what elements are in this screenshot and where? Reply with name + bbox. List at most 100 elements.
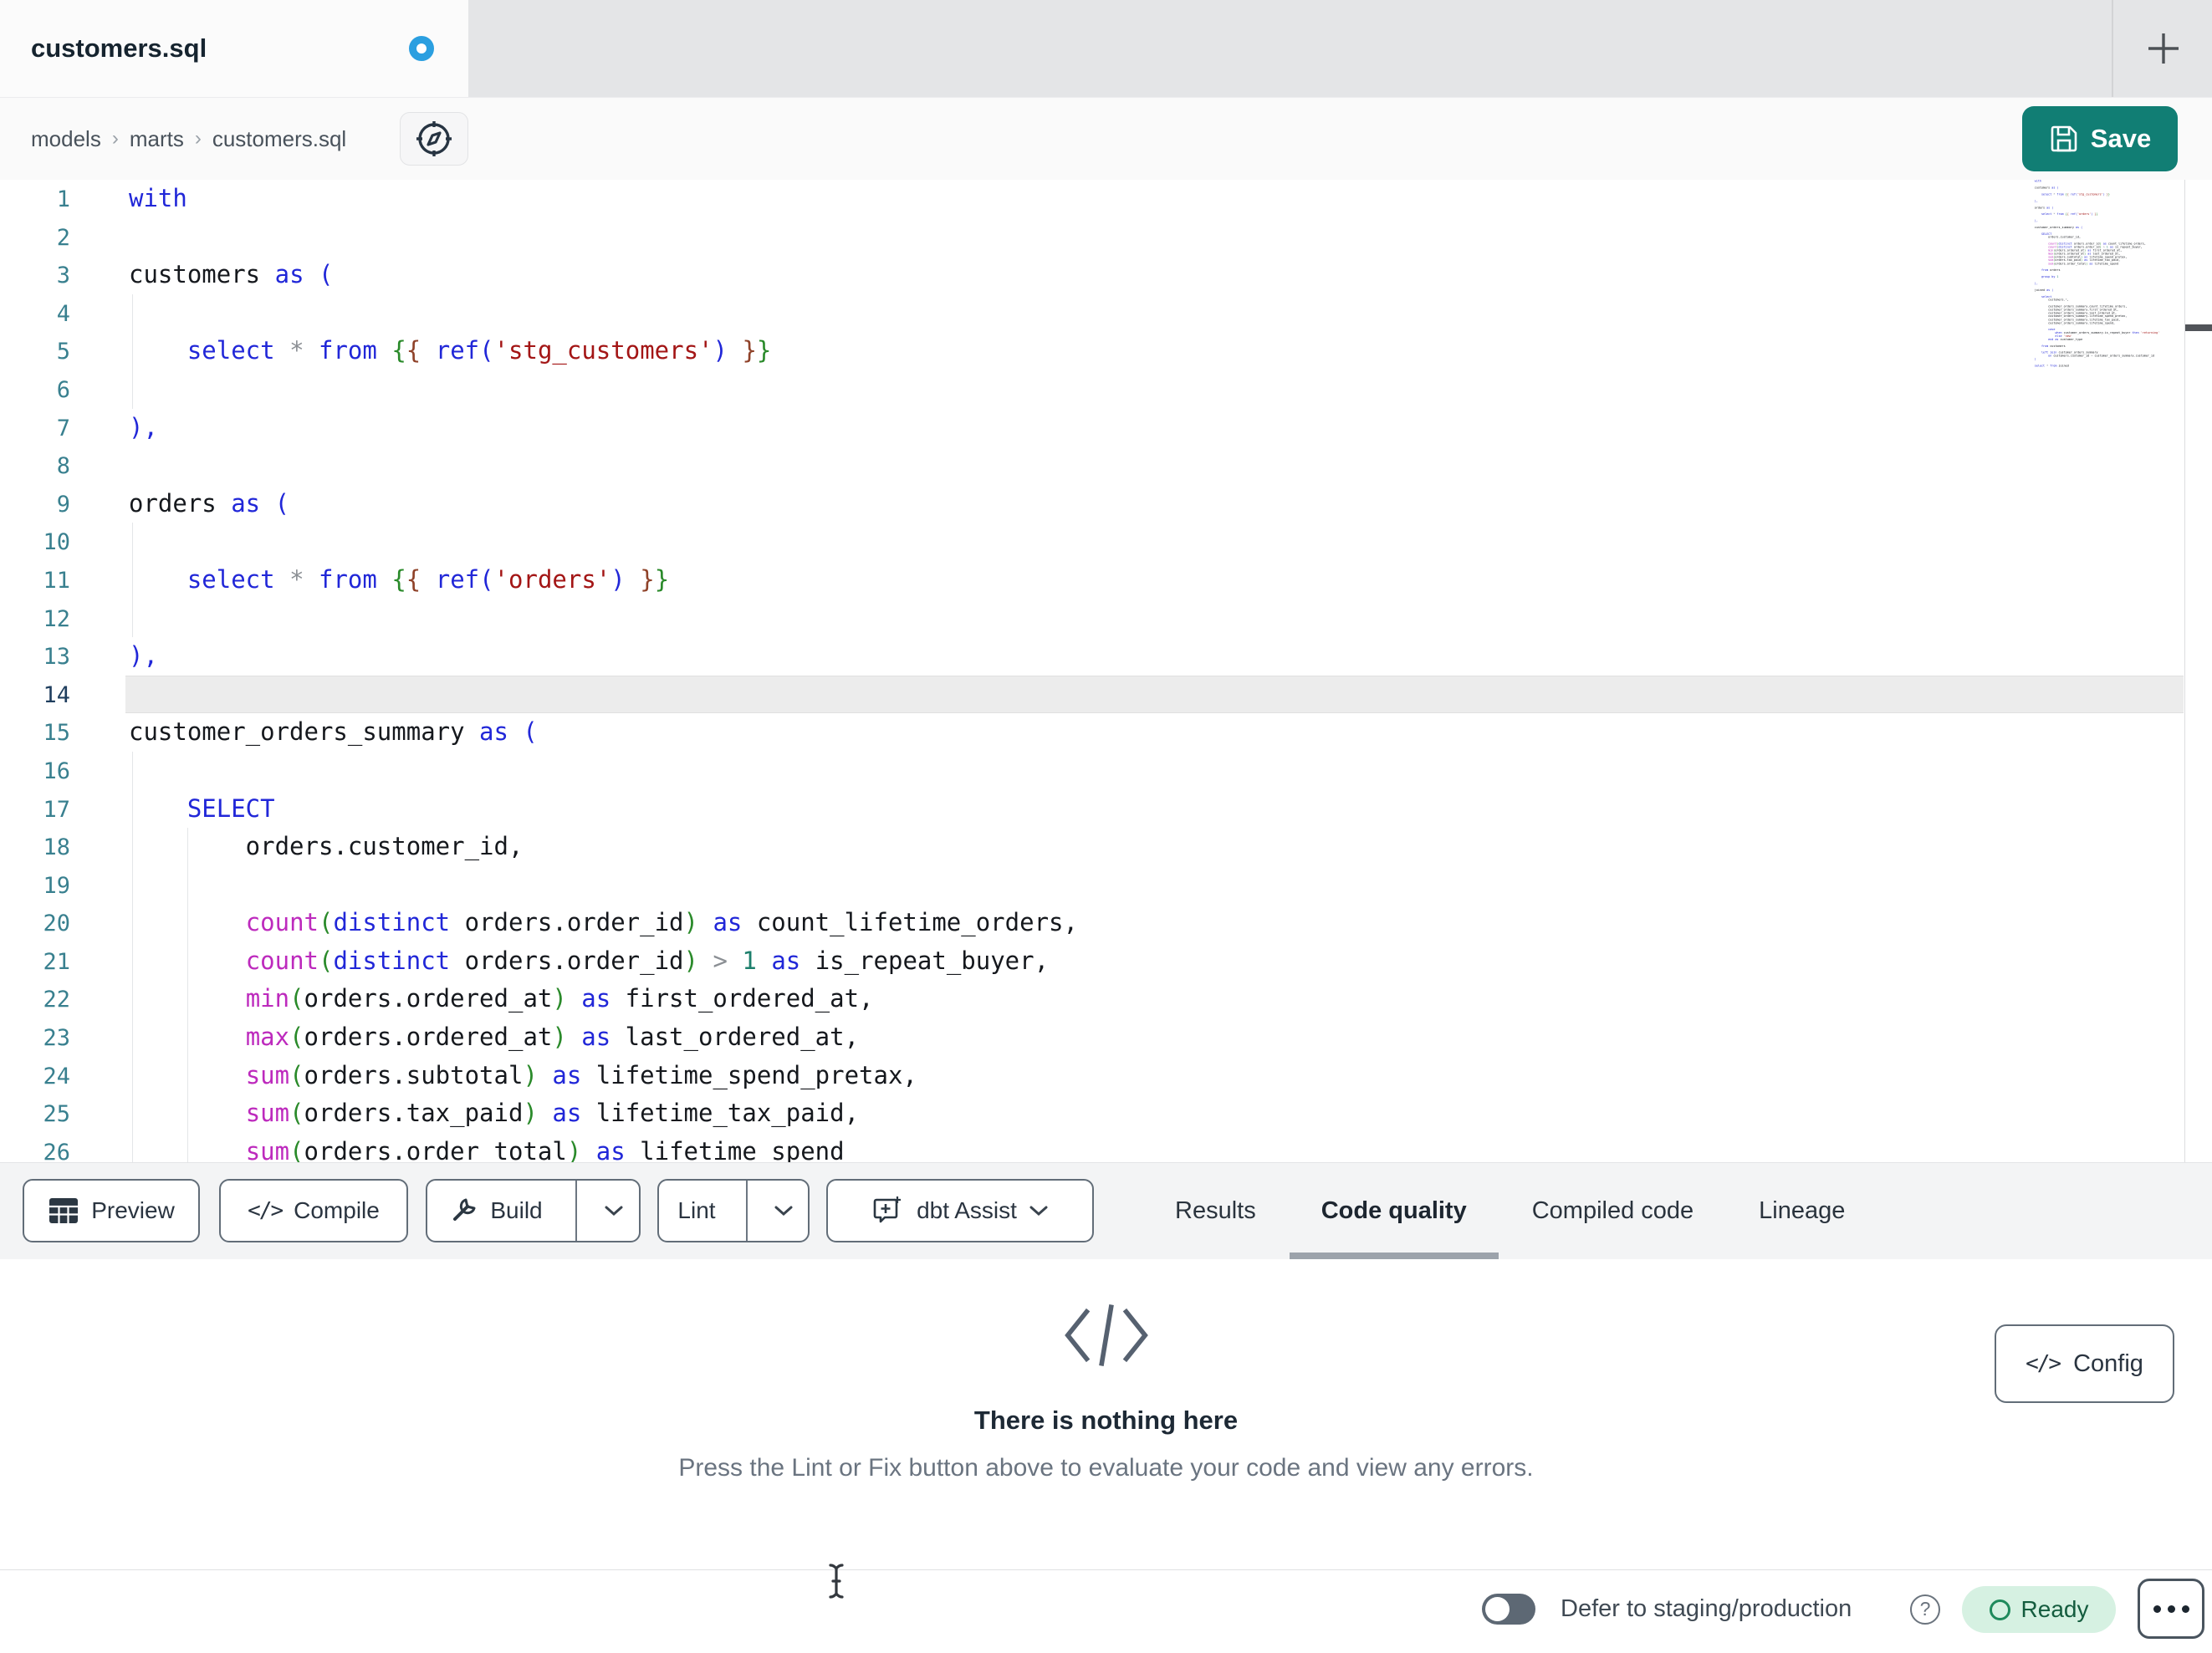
breadcrumb-separator: › [194,127,202,150]
lint-button-main[interactable]: Lint [659,1181,734,1241]
code-line-1[interactable]: 1 with [0,180,2212,218]
explore-lineage-button[interactable] [400,112,468,166]
code-line-9[interactable]: 9 orders as ( [0,485,2212,523]
lint-button[interactable]: Lint [657,1179,810,1242]
defer-toggle[interactable] [1482,1594,1535,1625]
dot [2153,1605,2161,1613]
code-line-5[interactable]: 5 select * from {{ ref('stg_customers') … [0,332,2212,370]
line-number: 5 [56,339,70,365]
tab-results[interactable]: Results [1175,1163,1256,1259]
dot [2167,1605,2175,1613]
config-button-label: Config [2073,1349,2143,1377]
scrollbar-marker[interactable] [2185,324,2212,331]
build-dropdown[interactable] [589,1181,639,1241]
more-options-button[interactable] [2138,1579,2204,1639]
line-number: 24 [43,1063,70,1089]
line-number: 22 [43,987,70,1013]
chevron-down-icon [1029,1206,1048,1217]
minimap-content: with customers as ( select * from {{ ref(… [2015,180,2184,368]
ready-label: Ready [2020,1596,2089,1622]
breadcrumb-item-models[interactable]: models [31,126,101,152]
compile-button[interactable]: </> Compile [219,1179,408,1242]
code-quality-panel: There is nothing here Press the Lint or … [0,1259,2212,1569]
dbt-assist-button[interactable]: dbt Assist [826,1179,1094,1242]
code-line-15[interactable]: 15 customer_orders_summary as ( [0,713,2212,752]
empty-state-title: There is nothing here [973,1406,1239,1435]
code-line-8[interactable]: 8 [0,446,2212,485]
scrollbar-track[interactable] [2184,180,2212,1162]
breadcrumb-separator: › [111,127,119,150]
line-number: 8 [56,453,70,480]
new-tab-button[interactable] [2131,17,2196,82]
status-bar: Defer to staging/production ? Ready [0,1569,2212,1648]
line-number: 14 [43,681,70,708]
tab-lineage[interactable]: Lineage [1759,1163,1845,1259]
code-line-4[interactable]: 4 [0,294,2212,333]
code-line-6[interactable]: 6 [0,370,2212,409]
lint-button-label: Lint [677,1197,716,1223]
code-line-14[interactable]: 14 [0,675,2212,714]
save-button[interactable]: Save [2022,106,2178,171]
help-icon[interactable]: ? [1910,1594,1940,1625]
code-line-24[interactable]: 24 sum(orders.subtotal) as lifetime_spen… [0,1057,2212,1095]
code-line-7[interactable]: 7), [0,409,2212,447]
code-editor[interactable]: 1 with 2 3 customers as ( 4 5 select * from {{… [0,180,2212,1162]
code-line-17[interactable]: 17 SELECT [0,790,2212,829]
code-line-16[interactable]: 16 [0,752,2212,790]
unsaved-indicator-dot [409,36,434,61]
line-number: 10 [43,529,70,556]
code-line-12[interactable]: 12 [0,599,2212,638]
save-icon [2051,125,2077,152]
line-number: 1 [56,186,70,212]
line-number: 11 [43,567,70,594]
preview-button-label: Preview [91,1197,175,1223]
line-number: 26 [43,1139,70,1162]
line-number: 12 [43,605,70,632]
tab-compiled-code[interactable]: Compiled code [1532,1163,1693,1259]
code-line-2[interactable]: 2 [0,218,2212,257]
code-line-20[interactable]: 20 count(distinct orders.order_id) as co… [0,904,2212,942]
tab-customers-sql[interactable]: customers.sql [0,0,468,97]
line-number: 23 [43,1025,70,1052]
code-line-13[interactable]: 13), [0,637,2212,676]
code-line-23[interactable]: 23 max(orders.ordered_at) as last_ordere… [0,1018,2212,1057]
line-number: 15 [43,720,70,747]
build-button-main[interactable]: Build [427,1181,564,1241]
line-number: 20 [43,911,70,937]
toggle-knob [1485,1597,1510,1621]
code-line-26[interactable]: 26 sum(orders.order_total) as lifetime_s… [0,1133,2212,1162]
line-number: 19 [43,872,70,899]
preview-button[interactable]: Preview [23,1179,200,1242]
dbt-ide-window: customers.sql models › marts › customers… [0,0,2212,1653]
breadcrumb-item-marts[interactable]: marts [130,126,184,152]
tab-title: customers.sql [31,33,207,63]
code-line-21[interactable]: 21 count(distinct orders.order_id) > 1 a… [0,942,2212,981]
lint-split-divider [746,1181,748,1241]
line-number: 21 [43,948,70,975]
line-number: 17 [43,796,70,823]
line-number: 4 [56,300,70,327]
code-line-11[interactable]: 11 select * from {{ ref('orders') }} [0,561,2212,599]
code-line-19[interactable]: 19 [0,866,2212,905]
code-line-18[interactable]: 18 orders.customer_id, [0,828,2212,866]
status-badge: Ready [1962,1586,2116,1633]
breadcrumb-item-customers-sql[interactable]: customers.sql [212,126,346,152]
empty-state-description: Press the Lint or Fix button above to ev… [678,1454,1534,1482]
chevron-down-icon [774,1206,793,1217]
editor-tab-bar: customers.sql [0,0,2212,98]
code-icon: </> [248,1198,284,1223]
config-button[interactable]: </> Config [1995,1324,2174,1403]
compile-button-label: Compile [294,1197,380,1223]
code-line-22[interactable]: 22 min(orders.ordered_at) as first_order… [0,980,2212,1018]
build-button[interactable]: Build [426,1179,641,1242]
tab-bar-divider [2112,0,2113,97]
minimap-line: select * from joined [2034,364,2069,368]
tab-code-quality[interactable]: Code quality [1289,1163,1499,1259]
line-number: 2 [56,224,70,251]
code-line-10[interactable]: 10 [0,523,2212,561]
code-line-3[interactable]: 3 customers as ( [0,256,2212,294]
ready-ring-icon [1989,1599,2010,1620]
code-line-25[interactable]: 25 sum(orders.tax_paid) as lifetime_tax_… [0,1094,2212,1133]
lint-dropdown[interactable] [759,1181,808,1241]
minimap[interactable]: with customers as ( select * from {{ ref(… [2015,180,2184,1162]
